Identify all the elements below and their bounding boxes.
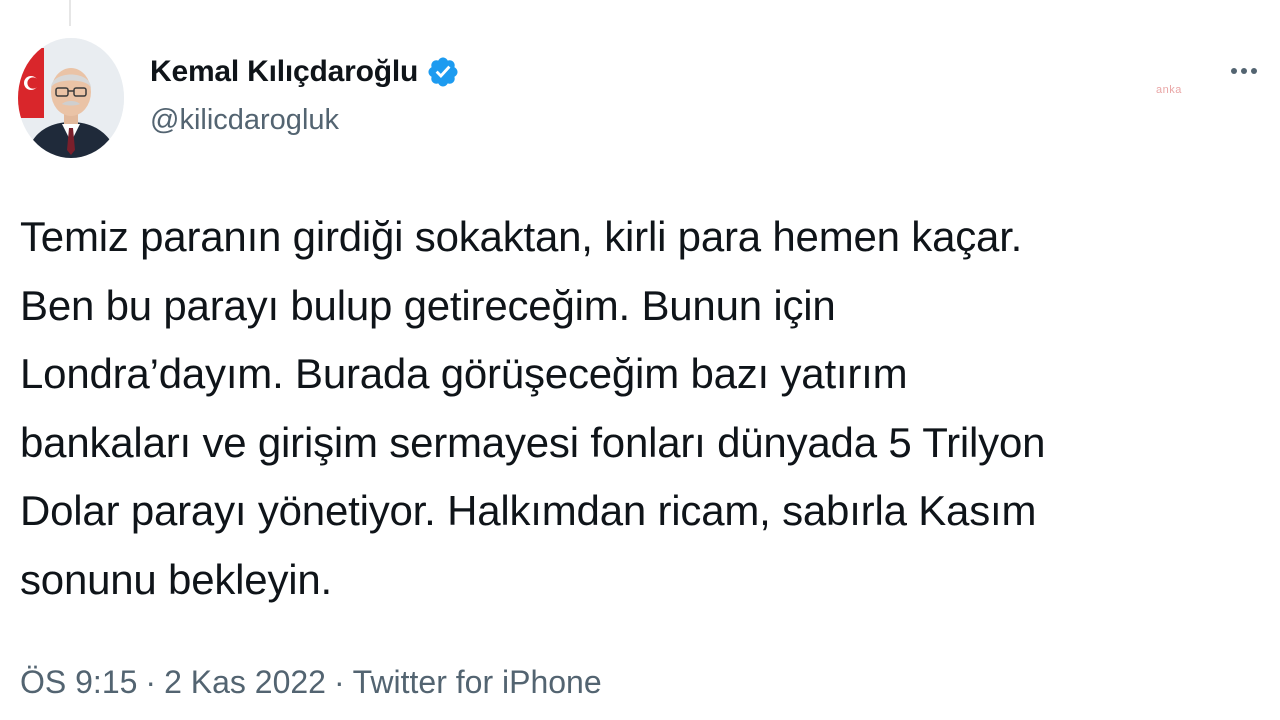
author-display-name[interactable]: Kemal Kılıçdaroğlu bbox=[150, 55, 418, 89]
tweet-text-line: Londra’dayım. Burada görüşeceğim bazı ya… bbox=[20, 350, 908, 397]
more-options-button[interactable] bbox=[1222, 54, 1266, 88]
tweet-text-line: Ben bu parayı bulup getireceğim. Bunun i… bbox=[20, 281, 836, 329]
tweet-text-line: Dolar parayı yönetiyor. Halkımdan ricam,… bbox=[20, 487, 1037, 534]
separator-dot: · bbox=[333, 664, 345, 700]
tweet-text: Temiz paranın girdiği sokaktan, kirli pa… bbox=[20, 203, 1265, 614]
tweet-text-line: sonunu bekleyin. bbox=[20, 555, 333, 603]
tweet-text-line: bankaları ve girişim sermayesi fonları d… bbox=[20, 418, 1046, 466]
tweet-text-line: Temiz paranın girdiği sokaktan, kirli pa… bbox=[20, 213, 1023, 260]
tweet-time[interactable]: ÖS 9:15 bbox=[20, 664, 137, 701]
tweet-date[interactable]: 2 Kas 2022 bbox=[164, 664, 326, 701]
tweet-metadata: ÖS 9:15 · 2 Kas 2022 · Twitter for iPhon… bbox=[20, 664, 602, 701]
tweet-card: Kemal Kılıçdaroğlu @kilicdarogluk anka T… bbox=[0, 0, 1280, 720]
more-options-icon bbox=[1231, 68, 1257, 74]
avatar[interactable] bbox=[18, 38, 124, 158]
tweet-source-link[interactable]: Twitter for iPhone bbox=[353, 664, 602, 701]
separator-dot: · bbox=[145, 664, 157, 700]
avatar-image bbox=[18, 38, 124, 158]
watermark-logo: anka bbox=[1156, 84, 1182, 96]
author-handle[interactable]: @kilicdarogluk bbox=[150, 104, 460, 137]
verified-badge-icon bbox=[426, 55, 460, 89]
author-block: Kemal Kılıçdaroğlu @kilicdarogluk bbox=[150, 52, 460, 137]
name-row: Kemal Kılıçdaroğlu bbox=[150, 52, 460, 92]
thread-connector-line bbox=[69, 0, 71, 26]
